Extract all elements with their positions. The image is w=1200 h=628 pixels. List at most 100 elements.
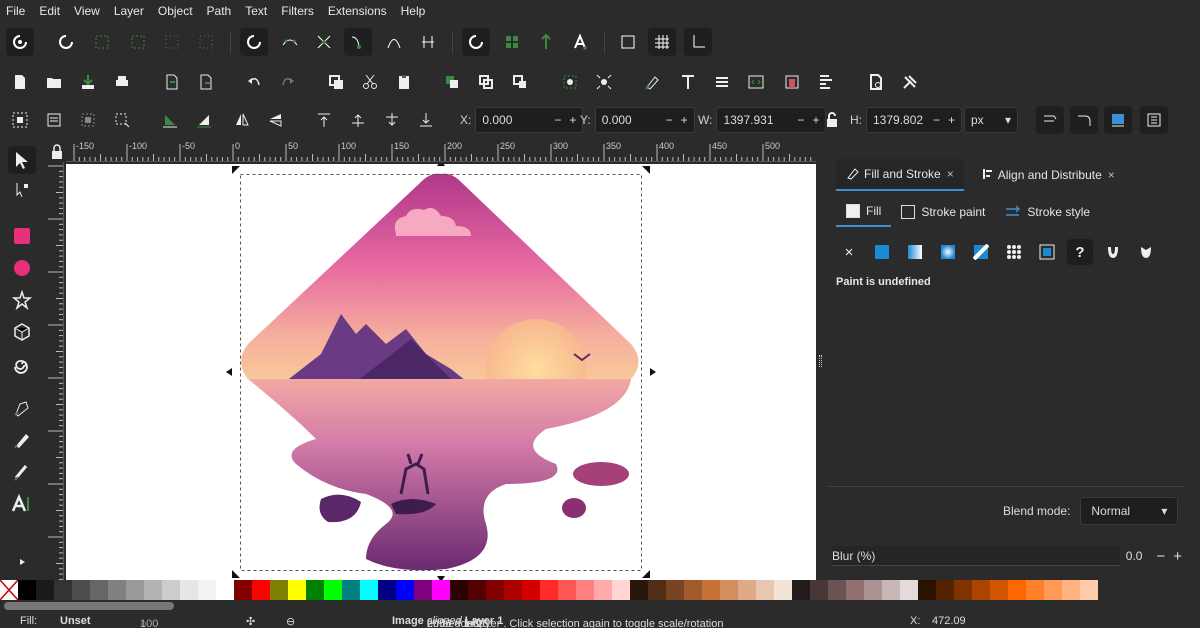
palette-swatch[interactable] [1026,580,1044,600]
pencil-tool-icon[interactable] [8,426,36,454]
palette-swatch[interactable] [954,580,972,600]
y-decrement-icon[interactable]: − [666,113,673,127]
menu-path[interactable]: Path [207,4,232,18]
lock-ratio-icon[interactable] [818,106,846,134]
pen-tool-icon[interactable] [8,394,36,422]
artwork-image[interactable] [66,164,816,580]
palette-swatch[interactable] [54,580,72,600]
tab-align-distribute[interactable]: Align and Distribute × [972,159,1125,191]
snap-bbox-midpoints-icon[interactable] [192,28,220,56]
snap-text-baseline-icon[interactable] [566,28,594,56]
paste-icon[interactable] [390,68,418,96]
palette-swatch[interactable] [828,580,846,600]
height-increment-icon[interactable]: + [948,113,955,127]
palette-swatch[interactable] [576,580,594,600]
palette-swatch[interactable] [720,580,738,600]
menu-extensions[interactable]: Extensions [328,4,387,18]
touch-select-icon[interactable] [108,106,136,134]
box3d-tool-icon[interactable] [8,318,36,346]
rotate-ccw-icon[interactable] [156,106,184,134]
snap-centers-icon[interactable] [498,28,526,56]
palette-swatch[interactable] [432,580,450,600]
palette-swatch[interactable] [450,580,468,600]
spiral-tool-icon[interactable] [8,350,36,378]
rotate-cw-icon[interactable] [190,106,218,134]
palette-swatch[interactable] [846,580,864,600]
select-all-icon[interactable] [6,106,34,134]
group-icon[interactable] [556,68,584,96]
palette-swatch[interactable] [900,580,918,600]
objects-icon[interactable] [778,68,806,96]
subtab-stroke-style[interactable]: Stroke style [995,197,1100,227]
raise-to-top-icon[interactable] [310,106,338,134]
palette-swatch[interactable] [864,580,882,600]
unlink-clone-icon[interactable] [506,68,534,96]
palette-swatch[interactable] [756,580,774,600]
export-icon[interactable] [192,68,220,96]
palette-swatch[interactable] [702,580,720,600]
linear-gradient-icon[interactable] [902,239,928,265]
palette-swatch[interactable] [738,580,756,600]
palette-swatch[interactable] [180,580,198,600]
width-input[interactable]: 1397.931 − + [716,107,827,133]
x-decrement-icon[interactable]: − [554,113,561,127]
palette-swatch[interactable] [306,580,324,600]
select-all-layers-icon[interactable] [40,106,68,134]
blur-decrement-icon[interactable]: − [1156,548,1165,565]
scale-stroke-icon[interactable] [1036,106,1064,134]
lower-icon[interactable] [378,106,406,134]
x-input[interactable]: 0.000 − + [475,107,584,133]
drawing-canvas[interactable] [66,164,816,580]
palette-swatch[interactable] [288,580,306,600]
palette-swatch[interactable] [1044,580,1062,600]
no-color-swatch[interactable] [0,579,19,601]
palette-scrollbar[interactable] [0,600,1200,612]
palette-swatch[interactable] [558,580,576,600]
fill-rule-evenodd-icon[interactable] [1100,239,1126,265]
mesh-gradient-icon[interactable] [968,239,994,265]
palette-swatch[interactable] [540,580,558,600]
palette-swatch[interactable] [234,580,252,600]
x-increment-icon[interactable]: + [569,113,576,127]
text-tool-icon[interactable] [8,490,36,518]
close-tab-icon[interactable]: × [1108,168,1115,182]
new-document-icon[interactable] [6,68,34,96]
palette-swatch[interactable] [972,580,990,600]
blend-mode-select[interactable]: Normal ▾ [1080,497,1179,525]
palette-swatch[interactable] [216,580,234,600]
palette-swatch[interactable] [36,580,54,600]
menu-filters[interactable]: Filters [281,4,314,18]
palette-swatch[interactable] [1008,580,1026,600]
transform-patterns-icon[interactable] [1140,106,1168,134]
palette-swatch[interactable] [162,580,180,600]
palette-swatch[interactable] [144,580,162,600]
flat-color-icon[interactable] [869,239,895,265]
snap-guides-icon[interactable] [684,28,712,56]
document-properties-icon[interactable] [862,68,890,96]
guide-lock-icon[interactable] [50,144,64,160]
snap-cusp-icon[interactable] [344,28,372,56]
palette-swatch[interactable] [630,580,648,600]
import-icon[interactable] [158,68,186,96]
ungroup-icon[interactable] [590,68,618,96]
layers-icon[interactable] [708,68,736,96]
palette-swatch[interactable] [1062,580,1080,600]
align-distribute-icon[interactable] [812,68,840,96]
menu-layer[interactable]: Layer [114,4,144,18]
print-icon[interactable] [108,68,136,96]
palette-swatch[interactable] [108,580,126,600]
save-icon[interactable] [74,68,102,96]
unit-select[interactable]: px ▾ [964,107,1018,133]
palette-swatch[interactable] [18,580,36,600]
flip-vertical-icon[interactable] [262,106,290,134]
transform-gradients-icon[interactable] [1104,106,1132,134]
palette-swatch[interactable] [252,580,270,600]
palette-swatch[interactable] [1080,580,1098,600]
radial-gradient-icon[interactable] [935,239,961,265]
snap-others-icon[interactable] [462,28,490,56]
layer-visibility-icon[interactable]: ✣ [246,615,255,628]
star-tool-icon[interactable] [8,286,36,314]
palette-swatch[interactable] [612,580,630,600]
snap-midpoints-icon[interactable] [414,28,442,56]
menu-view[interactable]: View [74,4,100,18]
